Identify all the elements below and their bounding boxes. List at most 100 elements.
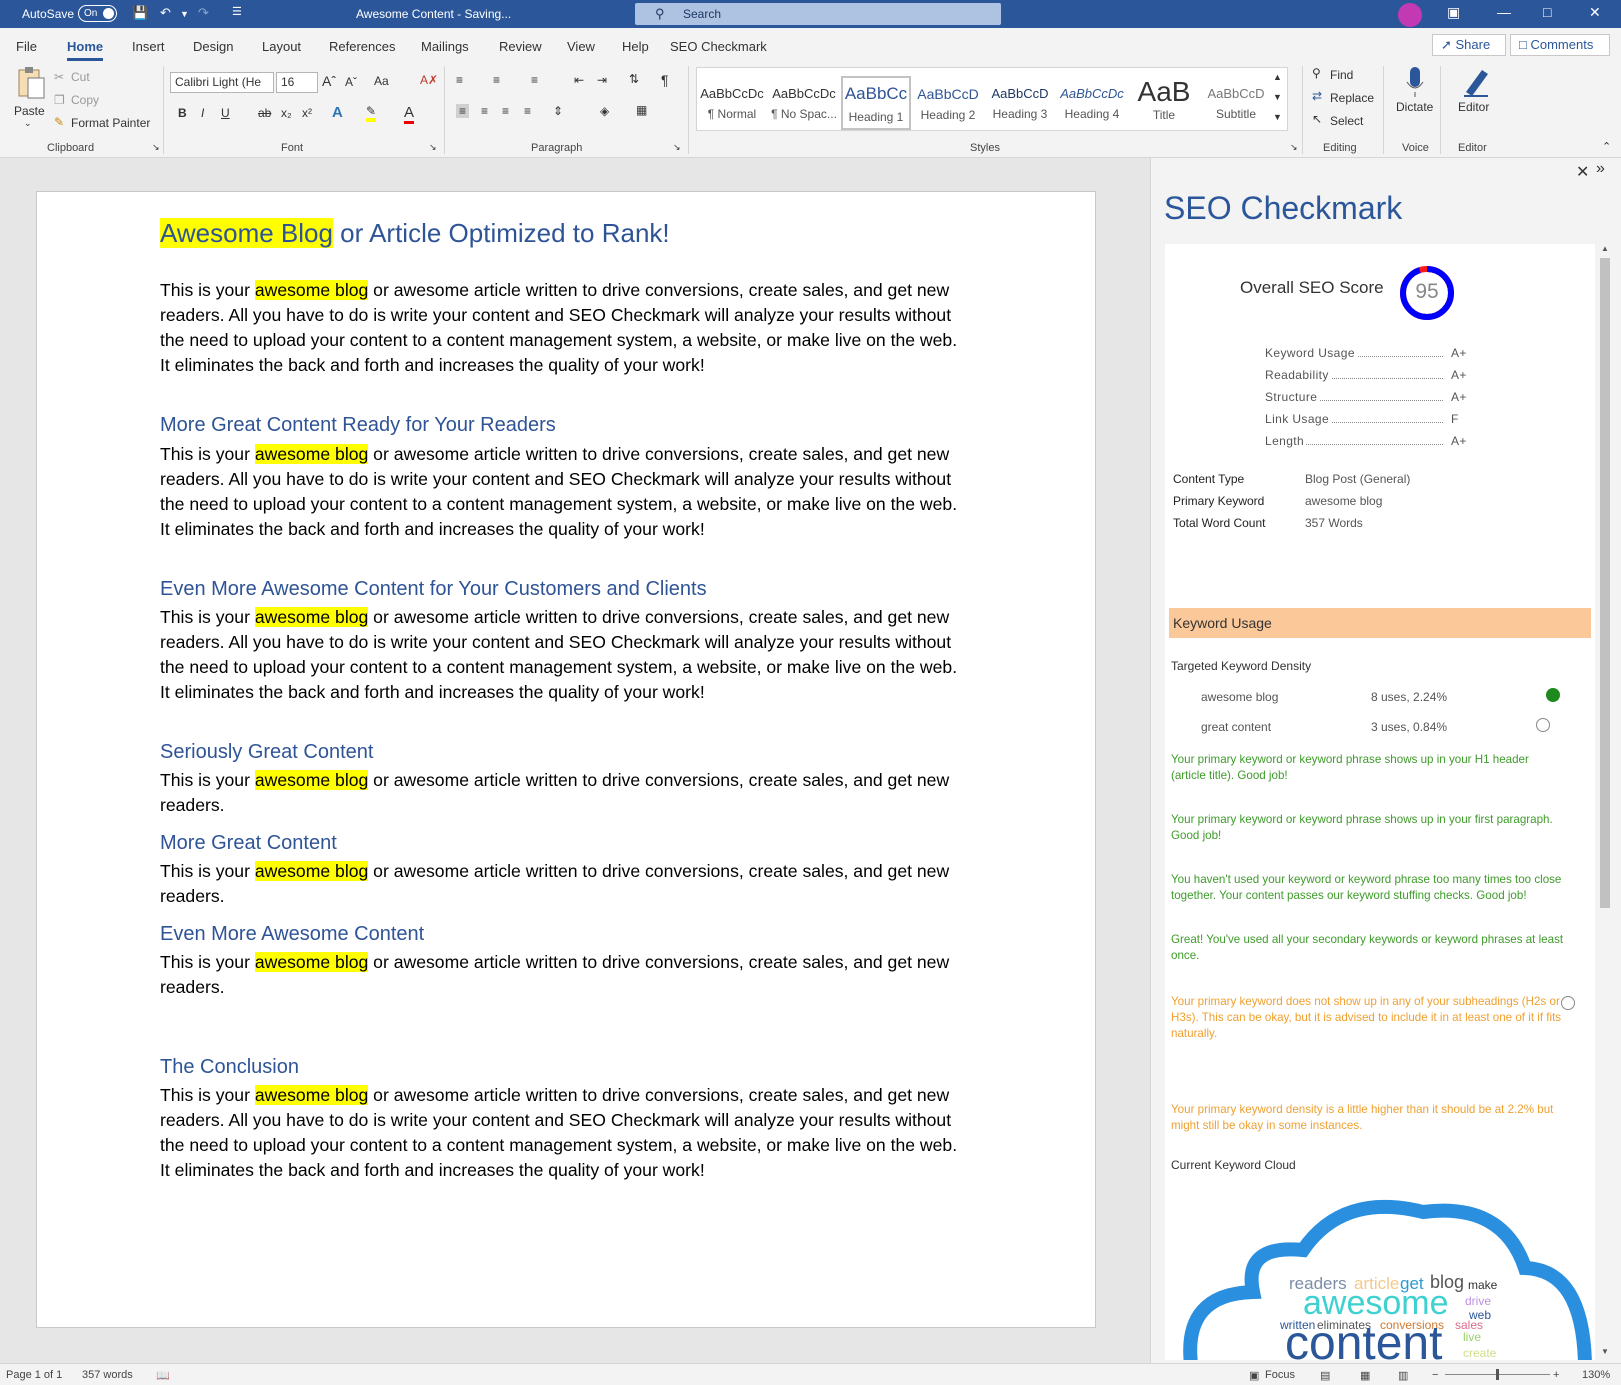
- dictate-button[interactable]: Dictate: [1396, 100, 1433, 114]
- paste-button[interactable]: Paste: [14, 104, 45, 118]
- document-title-heading[interactable]: Awesome Blog or Article Optimized to Ran…: [160, 218, 670, 249]
- styles-scroll-down-icon[interactable]: ▼: [1273, 92, 1282, 102]
- search-box[interactable]: ⚲ Search: [635, 3, 1001, 25]
- expand-pane-icon[interactable]: »: [1596, 160, 1605, 178]
- avatar[interactable]: [1398, 3, 1422, 27]
- select-icon[interactable]: ↖: [1312, 112, 1322, 126]
- scroll-down-icon[interactable]: ▼: [1601, 1347, 1609, 1356]
- focus-button[interactable]: Focus: [1265, 1369, 1295, 1381]
- heading[interactable]: More Great Content Ready for Your Reader…: [160, 414, 556, 437]
- redo-icon[interactable]: ↷: [198, 5, 209, 21]
- decrease-indent-icon[interactable]: ⇤: [574, 73, 584, 87]
- read-mode-icon[interactable]: ▤: [1320, 1369, 1330, 1382]
- change-case-button[interactable]: Aa: [374, 74, 389, 88]
- zoom-slider-thumb[interactable]: [1496, 1369, 1499, 1380]
- tab-seo-checkmark[interactable]: SEO Checkmark: [670, 39, 767, 54]
- font-color-icon[interactable]: A: [404, 104, 415, 124]
- paragraph[interactable]: This is your awesome blog or awesome art…: [160, 278, 970, 378]
- tab-help[interactable]: Help: [622, 39, 649, 54]
- ribbon-display-icon[interactable]: ▣: [1447, 4, 1460, 21]
- heading[interactable]: More Great Content: [160, 832, 337, 855]
- superscript-icon[interactable]: x²: [302, 106, 312, 120]
- collapse-ribbon-icon[interactable]: ⌃: [1602, 140, 1611, 153]
- tab-review[interactable]: Review: [499, 39, 542, 54]
- undo-icon[interactable]: ↶: [160, 5, 171, 21]
- zoom-level[interactable]: 130%: [1582, 1369, 1610, 1381]
- minimize-icon[interactable]: —: [1497, 4, 1511, 20]
- bullets-icon[interactable]: ≡: [456, 73, 463, 87]
- paragraph[interactable]: This is your awesome blog or awesome art…: [160, 1083, 970, 1183]
- paste-icon[interactable]: [14, 66, 46, 102]
- maximize-icon[interactable]: □: [1543, 4, 1551, 20]
- select-button[interactable]: Select: [1330, 114, 1363, 128]
- grow-font-icon[interactable]: Aˆ: [322, 73, 336, 89]
- replace-button[interactable]: Replace: [1330, 91, 1374, 105]
- find-button[interactable]: Find: [1330, 68, 1353, 82]
- print-layout-icon[interactable]: ▦: [1360, 1369, 1370, 1382]
- paragraph[interactable]: This is your awesome blog or awesome art…: [160, 950, 970, 1000]
- style-title[interactable]: AaB Title: [1129, 76, 1199, 130]
- borders-icon[interactable]: ▦: [636, 103, 647, 117]
- share-button[interactable]: ➚ Share: [1432, 34, 1506, 56]
- clear-formatting-icon[interactable]: A✗: [420, 73, 438, 87]
- style-subtitle[interactable]: AaBbCcD Subtitle: [1201, 76, 1271, 130]
- paragraph[interactable]: This is your awesome blog or awesome art…: [160, 768, 970, 818]
- zoom-out-icon[interactable]: −: [1432, 1369, 1438, 1381]
- paragraph-launcher-icon[interactable]: ↘: [673, 142, 681, 153]
- heading[interactable]: Even More Awesome Content for Your Custo…: [160, 578, 707, 601]
- styles-scroll-up-icon[interactable]: ▲: [1273, 72, 1282, 82]
- shading-icon[interactable]: ◈: [600, 104, 609, 118]
- format-painter-button[interactable]: Format Painter: [71, 116, 150, 130]
- clipboard-launcher-icon[interactable]: ↘: [152, 142, 160, 153]
- tab-view[interactable]: View: [567, 39, 595, 54]
- sort-icon[interactable]: ⇅: [629, 72, 639, 86]
- font-launcher-icon[interactable]: ↘: [429, 142, 437, 153]
- microphone-icon[interactable]: [1405, 66, 1425, 98]
- focus-icon[interactable]: ▣: [1249, 1369, 1259, 1382]
- styles-more-icon[interactable]: ▼: [1273, 112, 1282, 122]
- close-icon[interactable]: ✕: [1589, 4, 1601, 21]
- font-name-dropdown[interactable]: Calibri Light (He: [170, 72, 274, 93]
- tab-file[interactable]: File: [16, 39, 37, 54]
- pane-scrollbar[interactable]: ▲ ▼: [1598, 244, 1612, 1360]
- tab-home[interactable]: Home: [67, 39, 104, 61]
- heading[interactable]: Seriously Great Content: [160, 741, 373, 764]
- proofing-icon[interactable]: 📖: [156, 1369, 170, 1382]
- word-count[interactable]: 357 words: [82, 1369, 133, 1381]
- paste-dropdown-icon[interactable]: ⌄: [24, 118, 32, 129]
- style-heading-1[interactable]: AaBbCc Heading 1: [841, 76, 911, 130]
- close-pane-icon[interactable]: ✕: [1576, 162, 1589, 182]
- comments-button[interactable]: □ Comments: [1510, 34, 1610, 56]
- heading[interactable]: The Conclusion: [160, 1056, 299, 1079]
- align-right-icon[interactable]: ≡: [502, 104, 509, 118]
- tab-layout[interactable]: Layout: [262, 39, 301, 54]
- line-spacing-icon[interactable]: ⇕: [553, 104, 563, 118]
- paragraph[interactable]: This is your awesome blog or awesome art…: [160, 605, 970, 705]
- cut-button[interactable]: Cut: [71, 70, 90, 84]
- copy-button[interactable]: Copy: [71, 93, 99, 107]
- strikethrough-icon[interactable]: ab: [258, 106, 271, 120]
- tab-insert[interactable]: Insert: [132, 39, 165, 54]
- editor-pen-icon[interactable]: [1460, 66, 1492, 98]
- paragraph[interactable]: This is your awesome blog or awesome art…: [160, 442, 970, 542]
- heading[interactable]: Even More Awesome Content: [160, 923, 424, 946]
- customize-qat-icon[interactable]: ☰: [232, 5, 242, 18]
- save-icon[interactable]: 💾: [132, 5, 148, 21]
- text-effects-icon[interactable]: A: [332, 104, 343, 121]
- scroll-thumb[interactable]: [1600, 258, 1610, 908]
- font-size-dropdown[interactable]: 16: [276, 72, 318, 93]
- subscript-icon[interactable]: x₂: [281, 106, 292, 120]
- editor-button[interactable]: Editor: [1458, 100, 1489, 114]
- keyword-usage-section-header[interactable]: Keyword Usage: [1169, 608, 1591, 638]
- replace-icon[interactable]: ⇄: [1312, 89, 1322, 103]
- style-heading-2[interactable]: AaBbCcD Heading 2: [913, 76, 983, 130]
- web-layout-icon[interactable]: ▥: [1398, 1369, 1408, 1382]
- undo-dropdown-icon[interactable]: ▼: [180, 9, 189, 19]
- justify-icon[interactable]: ≡: [524, 104, 531, 118]
- shrink-font-icon[interactable]: Aˇ: [345, 75, 357, 89]
- find-icon[interactable]: ⚲: [1312, 66, 1321, 80]
- italic-icon[interactable]: I: [201, 106, 204, 120]
- style-no-spacing[interactable]: AaBbCcDc ¶ No Spac...: [769, 76, 839, 130]
- page-count[interactable]: Page 1 of 1: [6, 1369, 62, 1381]
- align-left-icon[interactable]: ≡: [456, 104, 470, 118]
